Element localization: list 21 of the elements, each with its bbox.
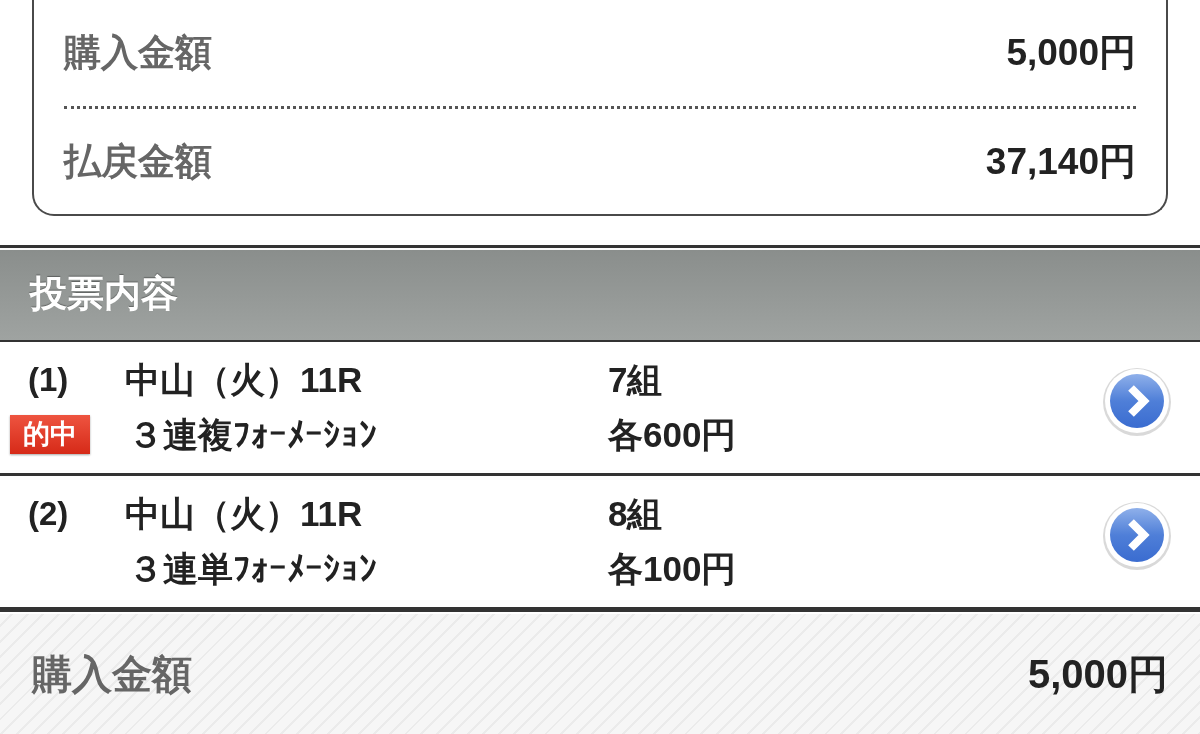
chevron-right-icon[interactable] bbox=[1102, 501, 1172, 571]
hit-badge: 的中 bbox=[10, 414, 90, 455]
race-name: 中山（火）11R bbox=[125, 492, 363, 535]
stake-amount: 各600円 bbox=[608, 413, 737, 456]
summary-value: 5,000円 bbox=[1006, 30, 1136, 75]
section-title: 投票内容 bbox=[30, 271, 178, 316]
combination-count: 8組 bbox=[608, 492, 663, 535]
summary-label: 購入金額 bbox=[64, 30, 212, 75]
summary-label: 払戻金額 bbox=[64, 139, 212, 184]
race-name: 中山（火）11R bbox=[125, 358, 363, 401]
combination-count: 7組 bbox=[608, 358, 663, 401]
bet-type: ３連複ﾌｫｰﾒｰｼｮﾝ bbox=[128, 413, 377, 456]
total-value: 5,000円 bbox=[1027, 651, 1168, 698]
stake-amount: 各100円 bbox=[608, 547, 737, 590]
summary-value: 37,140円 bbox=[985, 139, 1136, 184]
total-label: 購入金額 bbox=[32, 651, 192, 698]
chevron-right-icon[interactable] bbox=[1102, 367, 1172, 437]
bet-row[interactable]: (1) 中山（火）11R 7組 的中 ３連複ﾌｫｰﾒｰｼｮﾝ 各600円 bbox=[0, 342, 1200, 476]
bet-type: ３連単ﾌｫｰﾒｰｼｮﾝ bbox=[128, 547, 377, 590]
bet-number: (2) bbox=[28, 493, 70, 534]
bet-number: (1) bbox=[28, 359, 70, 400]
